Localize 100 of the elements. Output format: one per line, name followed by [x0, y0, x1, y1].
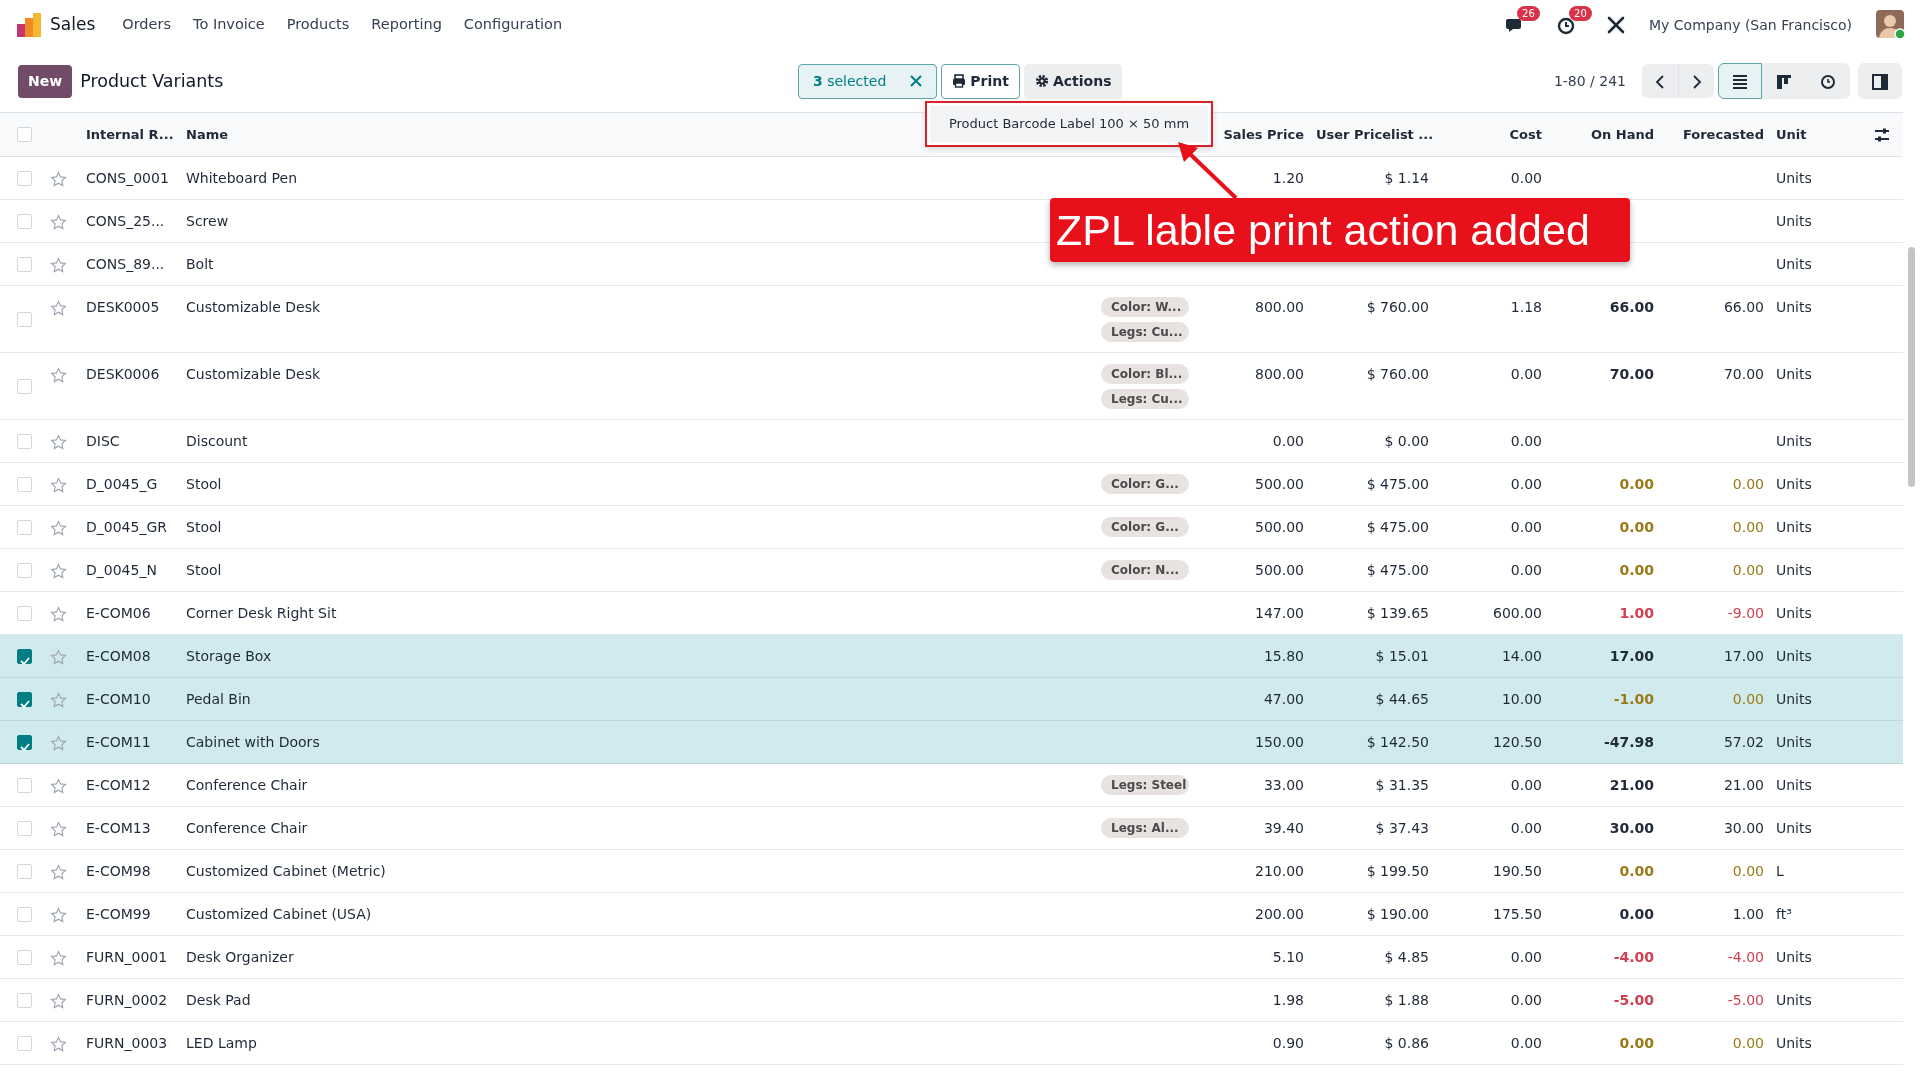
sales-price-cell: 800.00: [1255, 299, 1304, 315]
sales-price-cell: 200.00: [1255, 906, 1304, 922]
product-name-cell: Customized Cabinet (Metric): [186, 863, 386, 879]
reference-cell: FURN_0002: [86, 992, 168, 1008]
unit-cell: Units: [1776, 734, 1812, 750]
unit-cell: Units: [1776, 949, 1812, 965]
star-icon[interactable]: [50, 366, 67, 384]
row-checkbox[interactable]: [16, 648, 32, 664]
app-name[interactable]: Sales: [50, 12, 96, 38]
star-icon[interactable]: [50, 170, 67, 188]
sales-price-cell: 33.00: [1263, 777, 1304, 793]
on-hand-cell: 17.00: [1609, 648, 1654, 664]
star-icon[interactable]: [50, 299, 67, 317]
menu-item[interactable]: To Invoice: [182, 14, 276, 36]
settings-icon[interactable]: [1873, 127, 1890, 144]
star-icon[interactable]: [50, 1035, 67, 1053]
column-header[interactable]: Unit: [1776, 126, 1807, 142]
star-icon[interactable]: [50, 213, 67, 231]
reference-cell: D_0045_N: [86, 562, 157, 578]
clock-icon[interactable]: [1557, 16, 1576, 35]
reference-cell: CONS_0001: [86, 170, 169, 186]
list-icon: [1732, 73, 1748, 90]
star-icon[interactable]: [50, 820, 67, 838]
sidebar-toggle[interactable]: [1858, 63, 1902, 99]
cost-cell: 600.00: [1493, 605, 1542, 621]
product-name-cell: Discount: [186, 433, 248, 449]
attribute-tag: Legs: Cu...: [1101, 389, 1189, 409]
attribute-tag: Legs: Al...: [1101, 818, 1189, 838]
print-menu-item[interactable]: Product Barcode Label 100 × 50 mm: [930, 106, 1208, 142]
attribute-tag: Color: Bl...: [1101, 364, 1189, 384]
reference-cell: CONS_89...: [86, 256, 165, 272]
product-name-cell: Desk Pad: [186, 992, 251, 1008]
sales-price-cell: 0.00: [1272, 433, 1304, 449]
unit-cell: Units: [1776, 820, 1812, 836]
star-icon[interactable]: [50, 562, 67, 580]
reference-cell: E-COM98: [86, 863, 151, 879]
gear-icon: [1034, 74, 1049, 88]
star-icon[interactable]: [50, 734, 67, 752]
column-header[interactable]: Cost: [1509, 126, 1542, 142]
tools-icon[interactable]: [1607, 16, 1626, 34]
reference-cell: CONS_25...: [86, 213, 165, 229]
star-icon[interactable]: [50, 476, 67, 494]
previous-button[interactable]: [1642, 64, 1678, 98]
view-button[interactable]: [1718, 63, 1762, 99]
actions-button[interactable]: Actions: [1023, 63, 1123, 99]
new-button[interactable]: New: [18, 64, 73, 98]
cost-cell: 0.00: [1510, 949, 1542, 965]
unit-cell: Units: [1776, 648, 1812, 664]
star-icon[interactable]: [50, 648, 67, 666]
forecasted-cell: -5.00: [1727, 992, 1764, 1008]
pager-value[interactable]: 1-80 / 241: [1553, 70, 1626, 92]
close-icon[interactable]: [910, 75, 923, 87]
attribute-tag: Color: W...: [1101, 297, 1189, 317]
reference-cell: E-COM10: [86, 691, 151, 707]
sales-price-cell: 0.90: [1272, 1035, 1304, 1051]
star-icon[interactable]: [50, 777, 67, 795]
pricelist-price-cell: $ 190.00: [1366, 906, 1429, 922]
unit-cell: Units: [1776, 562, 1812, 578]
forecasted-cell: 21.00: [1723, 777, 1764, 793]
notification-count: 26: [1517, 5, 1540, 21]
column-header[interactable]: Name: [186, 126, 228, 142]
star-icon[interactable]: [50, 256, 67, 274]
forecasted-cell: 30.00: [1723, 820, 1764, 836]
kanban-icon: [1776, 73, 1792, 90]
on-hand-cell: 70.00: [1609, 366, 1654, 382]
star-icon[interactable]: [50, 433, 67, 451]
star-icon[interactable]: [50, 906, 67, 924]
next-button[interactable]: [1678, 64, 1714, 98]
scrollbar-thumb[interactable]: [1908, 247, 1915, 487]
reference-cell: E-COM12: [86, 777, 151, 793]
star-icon[interactable]: [50, 605, 67, 623]
sales-price-cell: 1.98: [1272, 992, 1304, 1008]
product-name-cell: Storage Box: [186, 648, 272, 664]
avatar[interactable]: [1876, 10, 1906, 40]
print-button[interactable]: Print: [941, 63, 1020, 99]
star-icon[interactable]: [50, 949, 67, 967]
menu-item[interactable]: Reporting: [360, 14, 453, 36]
on-hand-cell: 30.00: [1609, 820, 1654, 836]
sales-price-cell: 500.00: [1255, 476, 1304, 492]
star-icon[interactable]: [50, 519, 67, 537]
menu-item[interactable]: Orders: [111, 14, 182, 36]
cost-cell: 0.00: [1510, 777, 1542, 793]
star-icon[interactable]: [50, 992, 67, 1010]
forecasted-cell: 0.00: [1732, 519, 1764, 535]
star-icon[interactable]: [50, 863, 67, 881]
pricelist-price-cell: $ 475.00: [1366, 519, 1429, 535]
unit-cell: Units: [1776, 1035, 1812, 1051]
select-all-checkbox[interactable]: [16, 127, 32, 142]
pricelist-price-cell: $ 475.00: [1366, 562, 1429, 578]
star-icon[interactable]: [50, 691, 67, 709]
cost-cell: 190.50: [1493, 863, 1542, 879]
forecasted-cell: 1.00: [1732, 906, 1764, 922]
reference-cell: DISC: [86, 433, 120, 449]
menu-item[interactable]: Configuration: [452, 14, 574, 36]
company-switcher[interactable]: My Company (San Francisco): [1649, 14, 1852, 36]
menu-item[interactable]: Products: [275, 14, 361, 36]
pricelist-price-cell: $ 4.85: [1384, 949, 1429, 965]
unit-cell: Units: [1776, 476, 1812, 492]
row-checkbox[interactable]: [16, 691, 32, 707]
row-checkbox[interactable]: [16, 734, 32, 750]
